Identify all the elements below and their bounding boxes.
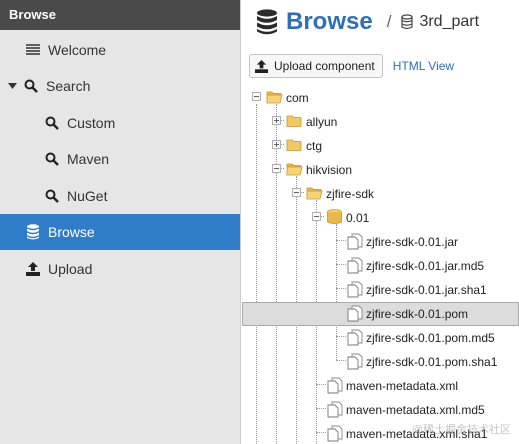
file-icon: [346, 329, 363, 346]
tree-node-label: ctg: [306, 139, 323, 153]
upload-component-label: Upload component: [274, 59, 375, 73]
tree-node-label: zjfire-sdk-0.01.pom: [366, 307, 469, 321]
list-icon: [24, 42, 42, 58]
sidebar-item-label: Browse: [48, 224, 95, 240]
sidebar-item-upload[interactable]: Upload: [0, 251, 240, 287]
database-icon: [24, 224, 42, 240]
tree-node-file-selected[interactable]: zjfire-sdk-0.01.pom: [242, 302, 519, 326]
tree-node-label: allyun: [306, 115, 338, 129]
sidebar-item-maven[interactable]: Maven: [0, 141, 240, 177]
file-icon: [326, 377, 343, 394]
tree-node-file[interactable]: zjfire-sdk-0.01.jar.sha1: [242, 278, 519, 302]
folder-open-icon: [286, 161, 303, 178]
tree-node-label: zjfire-sdk-0.01.jar.sha1: [366, 283, 487, 297]
sidebar-item-search[interactable]: Search: [0, 68, 240, 104]
file-icon: [346, 281, 363, 298]
tree-node-file[interactable]: maven-metadata.xml: [242, 374, 519, 398]
tree-node-file[interactable]: zjfire-sdk-0.01.jar.md5: [242, 254, 519, 278]
file-icon: [346, 233, 363, 250]
tree-node-label: zjfire-sdk: [326, 187, 375, 201]
search-icon: [43, 188, 61, 204]
file-icon: [326, 425, 343, 442]
sidebar-header: Browse: [0, 0, 240, 30]
tree-node-zjfire-sdk[interactable]: zjfire-sdk: [242, 182, 519, 206]
sidebar-item-label: NuGet: [67, 188, 108, 204]
upload-component-button[interactable]: Upload component: [249, 54, 383, 78]
sidebar-item-label: Upload: [48, 261, 93, 277]
file-icon: [346, 305, 363, 322]
file-icon: [346, 353, 363, 370]
tree-node-file[interactable]: zjfire-sdk-0.01.jar: [242, 230, 519, 254]
upload-icon: [255, 59, 268, 73]
folder-icon: [286, 113, 303, 130]
breadcrumb-repository[interactable]: 3rd_part: [419, 13, 479, 31]
tree-node-version[interactable]: 0.01: [242, 206, 519, 230]
tree-node-label: 0.01: [346, 211, 370, 225]
folder-icon: [286, 137, 303, 154]
collapse-toggle[interactable]: [252, 92, 261, 101]
folder-open-icon: [266, 89, 283, 106]
html-view-link[interactable]: HTML View: [393, 59, 454, 73]
tree-node-label: zjfire-sdk-0.01.pom.sha1: [366, 355, 498, 369]
caret-down-icon: [8, 81, 18, 91]
sidebar-item-label: Search: [46, 78, 91, 94]
file-icon: [326, 401, 343, 418]
tree-node-label: hikvision: [306, 163, 353, 177]
sidebar-item-custom[interactable]: Custom: [0, 105, 240, 141]
collapse-toggle[interactable]: [292, 188, 301, 197]
sidebar-item-label: Custom: [67, 115, 116, 131]
upload-icon: [24, 261, 42, 277]
search-icon: [43, 151, 61, 167]
tree-node-label: com: [286, 91, 309, 105]
tree-node-file[interactable]: zjfire-sdk-0.01.pom.sha1: [242, 350, 519, 374]
tree-node-label: zjfire-sdk-0.01.jar.md5: [366, 259, 485, 273]
tree-node-label: maven-metadata.xml.md5: [346, 403, 485, 417]
expand-toggle[interactable]: [272, 116, 281, 125]
sidebar-item-label: Welcome: [48, 42, 107, 58]
sidebar: Browse Welcome Search Custom Maven NuGet: [0, 0, 241, 444]
tree-node-label: zjfire-sdk-0.01.pom.md5: [366, 331, 495, 345]
file-icon: [346, 257, 363, 274]
component-icon: [326, 209, 343, 226]
database-icon: [256, 9, 278, 35]
expand-toggle[interactable]: [272, 140, 281, 149]
repository-icon: [401, 14, 414, 30]
search-icon: [43, 115, 61, 131]
collapse-toggle[interactable]: [312, 212, 321, 221]
watermark: @稀土掘金技术社区: [411, 424, 511, 436]
sidebar-item-label: Maven: [67, 151, 110, 167]
sidebar-item-browse[interactable]: Browse: [0, 214, 240, 250]
tree-node-allyun[interactable]: allyun: [242, 110, 519, 134]
tree-node-ctg[interactable]: ctg: [242, 134, 519, 158]
tree-node-label: zjfire-sdk-0.01.jar: [366, 235, 459, 249]
sidebar-item-welcome[interactable]: Welcome: [0, 32, 240, 68]
toolbar: Upload component HTML View: [249, 54, 454, 78]
page-title: Browse: [286, 8, 373, 35]
page-header: Browse / 3rd_part: [256, 8, 479, 36]
tree-node-label: maven-metadata.xml: [346, 379, 459, 393]
tree-node-hikvision[interactable]: hikvision: [242, 158, 519, 182]
breadcrumb-separator: /: [386, 12, 392, 31]
folder-open-icon: [306, 185, 323, 202]
tree-node-com[interactable]: com: [242, 86, 519, 110]
repository-tree: com allyun ctg hikvision zjfire-sdk 0.01…: [242, 84, 519, 444]
tree-node-file[interactable]: zjfire-sdk-0.01.pom.md5: [242, 326, 519, 350]
main-content: Browse / 3rd_part Upload component HTML …: [242, 0, 519, 444]
collapse-toggle[interactable]: [272, 164, 281, 173]
search-icon: [22, 78, 40, 94]
tree-node-file[interactable]: maven-metadata.xml.md5: [242, 398, 519, 422]
sidebar-item-nuget[interactable]: NuGet: [0, 178, 240, 214]
